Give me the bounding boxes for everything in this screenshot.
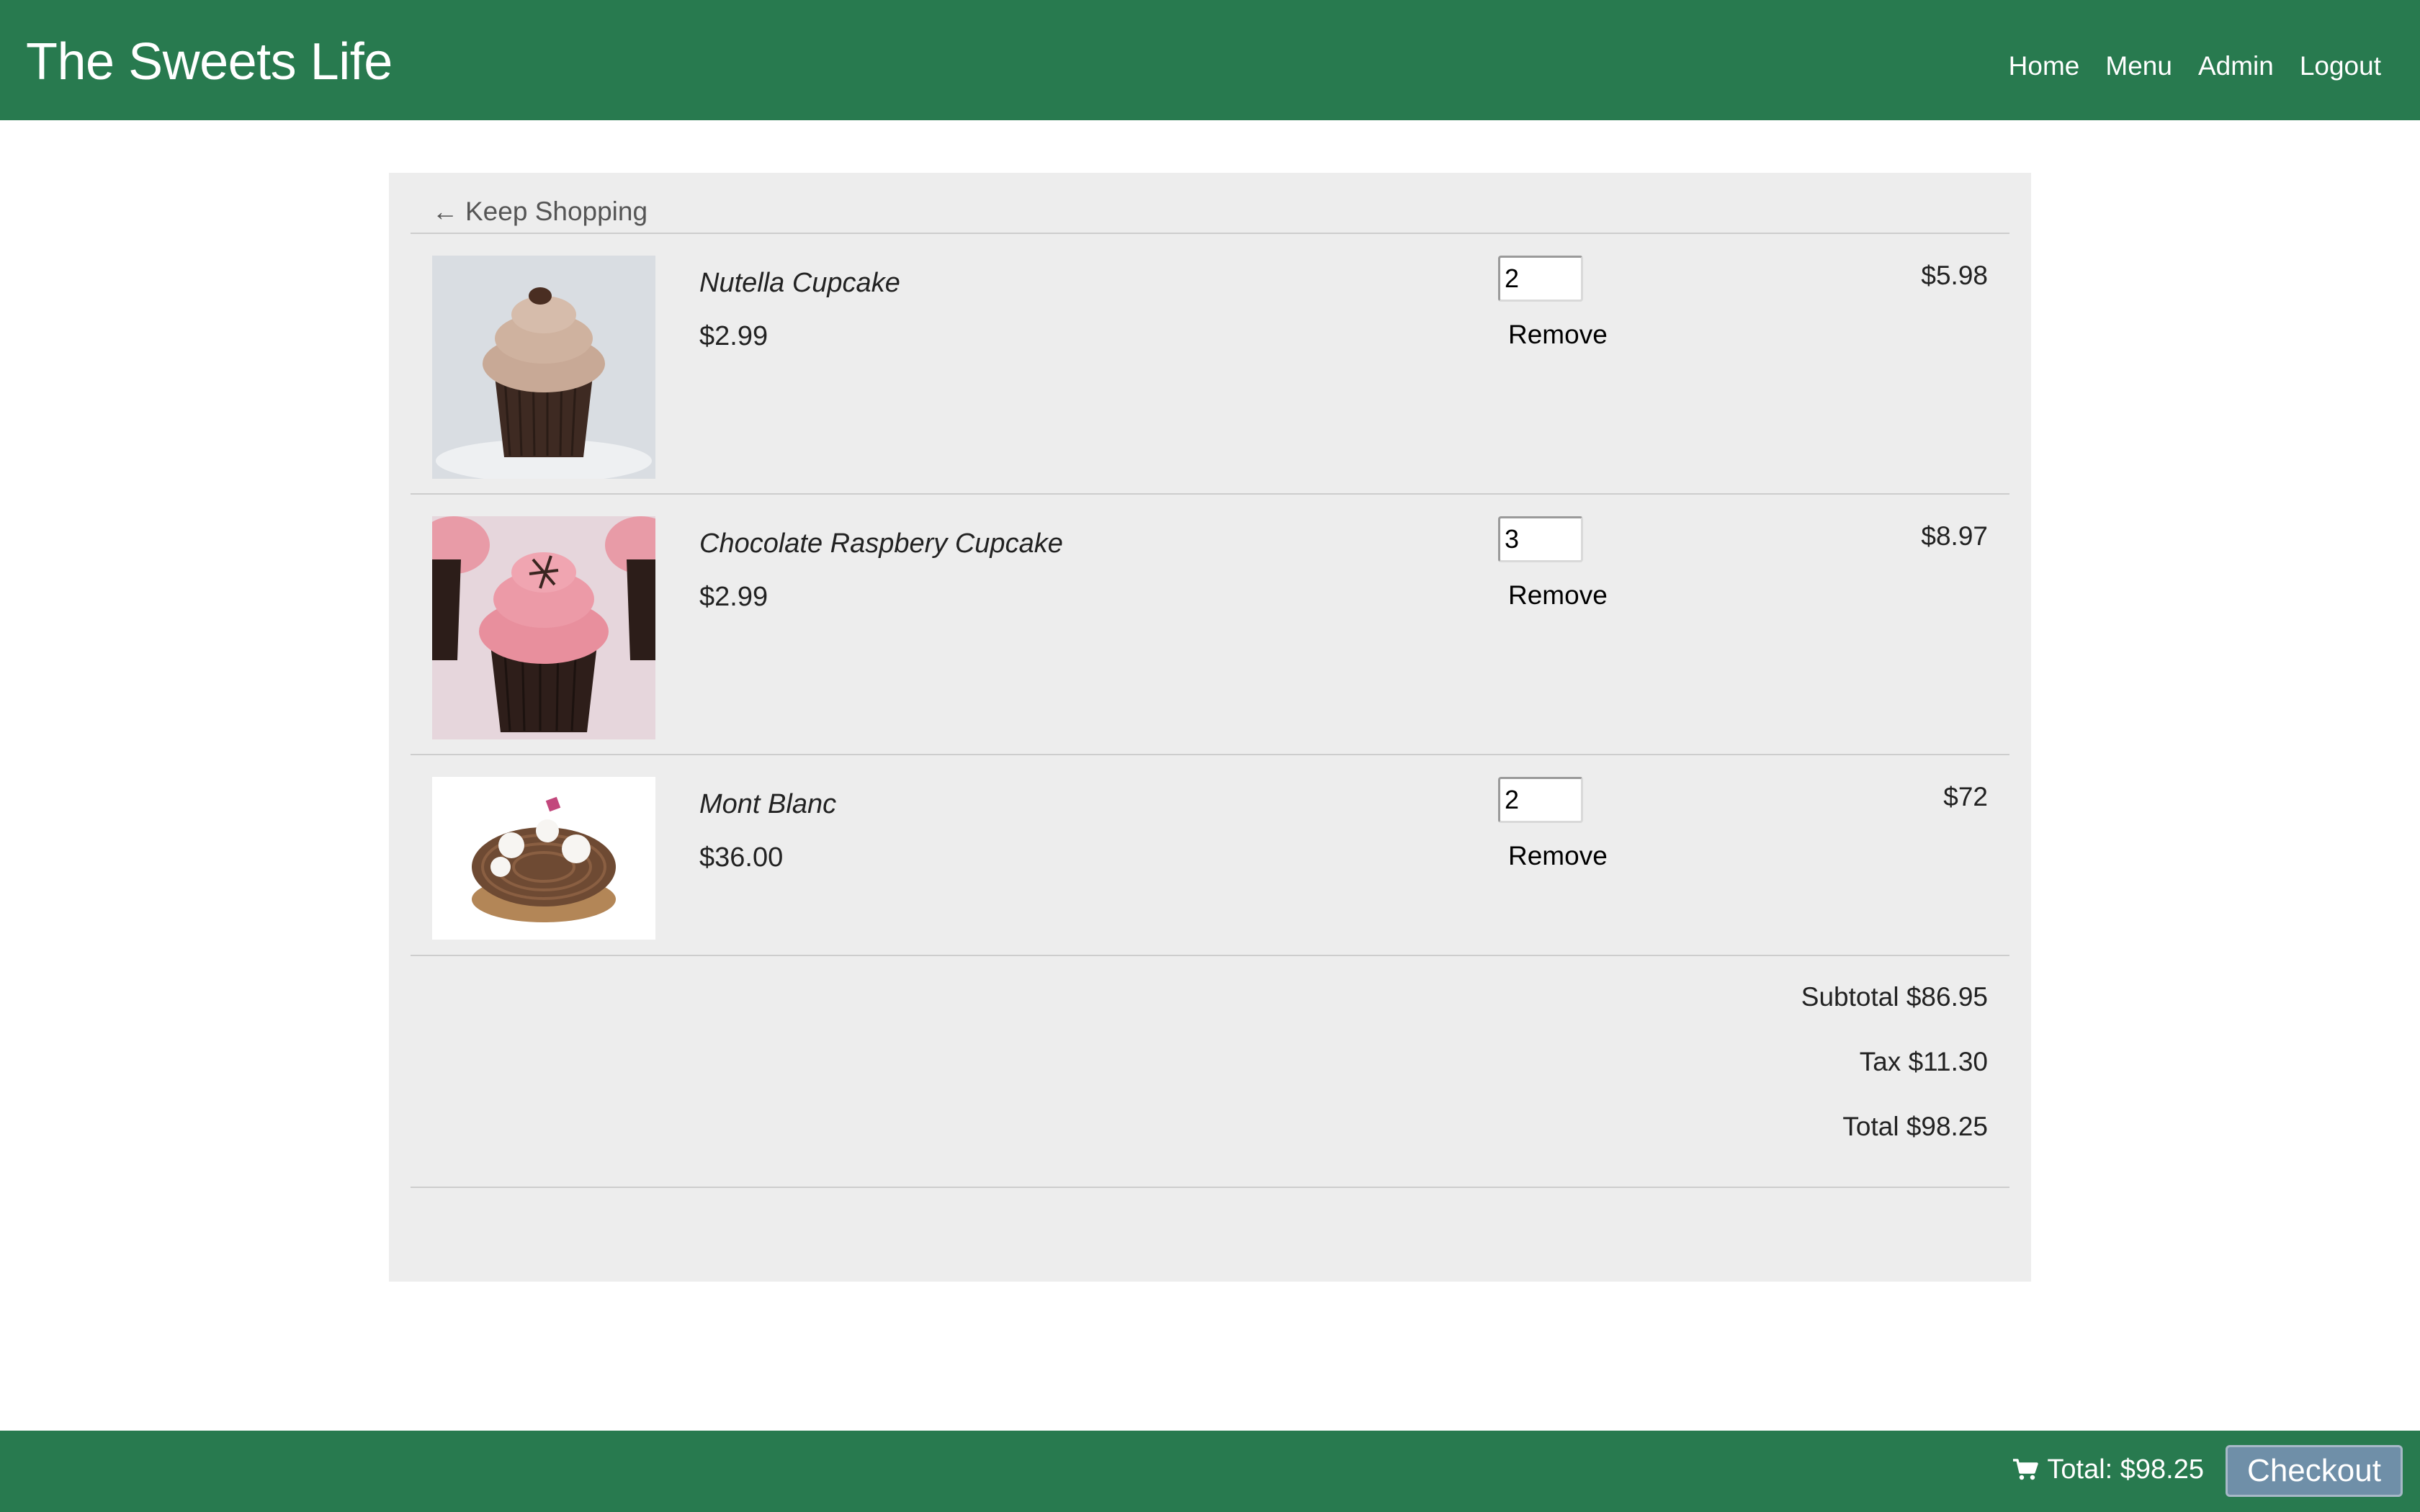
nav-admin-link[interactable]: Admin bbox=[2198, 43, 2274, 89]
top-navbar: The Sweets Life Home Menu Admin Logout bbox=[0, 0, 2420, 120]
chocolate-raspberry-cupcake-image bbox=[432, 516, 655, 739]
keep-shopping-link[interactable]: ← Keep Shopping bbox=[432, 183, 647, 240]
quantity-input[interactable] bbox=[1498, 777, 1583, 823]
chocolate-raspberry-cupcake-photo-icon bbox=[432, 516, 655, 739]
remove-button[interactable]: Remove bbox=[1504, 317, 1612, 353]
quantity-input[interactable] bbox=[1498, 516, 1583, 562]
cart-total-label: Total: $98.25 bbox=[2047, 1454, 2204, 1485]
remove-button[interactable]: Remove bbox=[1504, 577, 1612, 613]
brand-title[interactable]: The Sweets Life bbox=[26, 27, 393, 96]
divider bbox=[411, 1187, 2009, 1188]
order-total: Total $98.25 bbox=[1842, 1112, 1988, 1141]
nav-home-link[interactable]: Home bbox=[2009, 43, 2080, 89]
arrow-left-icon: ← bbox=[432, 197, 458, 226]
quantity-input[interactable] bbox=[1498, 256, 1583, 302]
nutella-cupcake-photo-icon bbox=[432, 256, 655, 479]
cart-item: Chocolate Raspbery Cupcake $2.99 Remove … bbox=[389, 495, 2031, 754]
remove-button[interactable]: Remove bbox=[1504, 838, 1612, 874]
item-name[interactable]: Chocolate Raspbery Cupcake bbox=[699, 523, 1063, 564]
subtotal: Subtotal $86.95 bbox=[1801, 982, 1988, 1012]
cart-item: Mont Blanc $36.00 Remove $72 bbox=[389, 755, 2031, 957]
nav-logout-link[interactable]: Logout bbox=[2300, 43, 2381, 89]
item-unit-price: $36.00 bbox=[699, 842, 784, 873]
item-unit-price: $2.99 bbox=[699, 582, 768, 612]
cart-total-summary: Total: $98.25 bbox=[2012, 1446, 2204, 1493]
item-line-total: $8.97 bbox=[1921, 521, 1988, 551]
nutella-cupcake-image bbox=[432, 256, 655, 479]
cart-item: Nutella Cupcake $2.99 Remove $5.98 bbox=[389, 234, 2031, 493]
shopping-cart-icon bbox=[2013, 1459, 2039, 1480]
mont-blanc-cake-photo-icon bbox=[432, 777, 655, 940]
mont-blanc-image bbox=[432, 777, 655, 940]
nav-menu-link[interactable]: Menu bbox=[2105, 43, 2172, 89]
tax: Tax $11.30 bbox=[1859, 1047, 1988, 1076]
item-line-total: $72 bbox=[1943, 782, 1988, 811]
checkout-button[interactable]: Checkout bbox=[2226, 1445, 2403, 1497]
keep-shopping-label: Keep Shopping bbox=[465, 197, 648, 226]
item-unit-price: $2.99 bbox=[699, 321, 768, 351]
checkout-bar: Total: $98.25 Checkout bbox=[0, 1431, 2420, 1512]
item-name[interactable]: Mont Blanc bbox=[699, 784, 836, 824]
item-line-total: $5.98 bbox=[1921, 261, 1988, 290]
item-name[interactable]: Nutella Cupcake bbox=[699, 263, 900, 303]
cart-panel: ← Keep Shopping Nutella Cupcake $2.99 2 … bbox=[389, 173, 2031, 1282]
divider bbox=[411, 955, 2009, 956]
main-nav: Home Menu Admin Logout bbox=[2009, 43, 2381, 89]
